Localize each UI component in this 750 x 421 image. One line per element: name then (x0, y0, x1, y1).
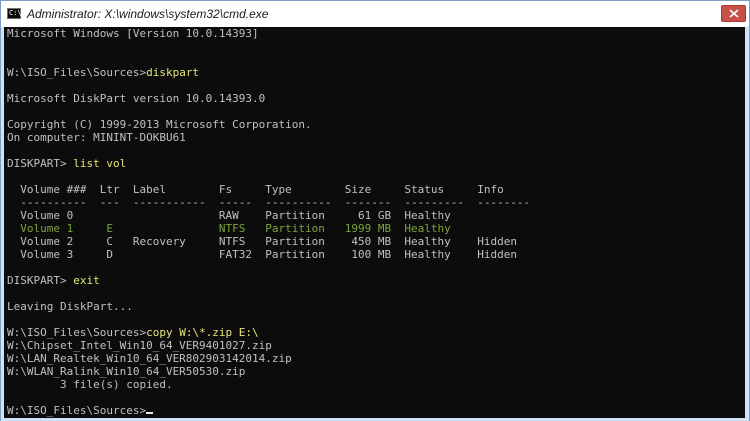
output-text: Leaving DiskPart... (7, 300, 133, 313)
output-text: Volume 3 D FAT32 Partition 100 MB Health… (7, 248, 517, 261)
cmd-icon: C:\ (7, 8, 22, 19)
output-text: Volume 0 RAW Partition 61 GB Healthy (7, 209, 451, 222)
command-line: DISKPART> list vol (7, 157, 530, 170)
text-cursor (146, 412, 154, 414)
close-icon (729, 9, 739, 18)
output-text: Microsoft Windows [Version 10.0.14393] (7, 27, 259, 40)
command-line: W:\ISO_Files\Sources>diskpart (7, 66, 530, 79)
output-line: Volume 0 RAW Partition 61 GB Healthy (7, 209, 530, 222)
command-text: exit (73, 274, 100, 287)
output-text: W:\Chipset_Intel_Win10_64_VER9401027.zip (7, 339, 272, 352)
title-bar[interactable]: C:\ Administrator: X:\windows\system32\c… (1, 1, 749, 27)
output-text: Volume 2 C Recovery NTFS Partition 450 M… (7, 235, 517, 248)
output-text: On computer: MININT-DOKBU61 (7, 131, 186, 144)
prompt-text: DISKPART> (7, 274, 74, 287)
prompt-text: DISKPART> (7, 157, 74, 170)
output-line: W:\WLAN_Ralink_Win10_64_VER50530.zip (7, 365, 530, 378)
output-line: 3 file(s) copied. (7, 378, 530, 391)
output-line: On computer: MININT-DOKBU61 (7, 131, 530, 144)
prompt-text: W:\ISO_Files\Sources> (7, 404, 147, 417)
command-line: DISKPART> exit (7, 274, 530, 287)
highlighted-output-line: Volume 1 E NTFS Partition 1999 MB Health… (7, 222, 530, 235)
output-line: Copyright (C) 1999-2013 Microsoft Corpor… (7, 118, 530, 131)
output-line: W:\LAN_Realtek_Win10_64_VER802903142014.… (7, 352, 530, 365)
console-lines: Microsoft Windows [Version 10.0.14393] W:… (7, 27, 530, 417)
cmd-window: C:\ Administrator: X:\windows\system32\c… (0, 0, 750, 421)
prompt-text: W:\ISO_Files\Sources> (7, 326, 147, 339)
output-text: Microsoft DiskPart version 10.0.14393.0 (7, 92, 266, 105)
output-text: ---------- --- ----------- ----- -------… (7, 196, 531, 209)
close-button[interactable] (721, 5, 746, 22)
output-text: W:\WLAN_Ralink_Win10_64_VER50530.zip (7, 365, 246, 378)
command-text: copy W:\*.zip E:\ (146, 326, 259, 339)
output-text: Copyright (C) 1999-2013 Microsoft Corpor… (7, 118, 312, 131)
output-line: Volume 3 D FAT32 Partition 100 MB Health… (7, 248, 530, 261)
console-output[interactable]: Microsoft Windows [Version 10.0.14393] W:… (4, 27, 745, 418)
right-frame (745, 27, 749, 418)
output-line: Leaving DiskPart... (7, 300, 530, 313)
output-line: W:\Chipset_Intel_Win10_64_VER9401027.zip (7, 339, 530, 352)
output-line: Microsoft Windows [Version 10.0.14393] (7, 27, 530, 40)
cmd-icon-glyph: C:\ (9, 9, 22, 17)
output-line: ---------- --- ----------- ----- -------… (7, 196, 530, 209)
prompt-text: W:\ISO_Files\Sources> (7, 66, 147, 79)
output-text: Volume 1 E NTFS Partition 1999 MB Health… (7, 222, 451, 235)
command-line: W:\ISO_Files\Sources> (7, 404, 530, 417)
output-line: Volume ### Ltr Label Fs Type Size Status… (7, 183, 530, 196)
output-text: W:\LAN_Realtek_Win10_64_VER802903142014.… (7, 352, 292, 365)
output-text: Volume ### Ltr Label Fs Type Size Status… (7, 183, 504, 196)
command-text: diskpart (146, 66, 200, 79)
command-text: list vol (73, 157, 127, 170)
window-title: Administrator: X:\windows\system32\cmd.e… (27, 7, 269, 21)
command-line: W:\ISO_Files\Sources>copy W:\*.zip E:\ (7, 326, 530, 339)
output-line: Volume 2 C Recovery NTFS Partition 450 M… (7, 235, 530, 248)
output-line: Microsoft DiskPart version 10.0.14393.0 (7, 92, 530, 105)
output-text: 3 file(s) copied. (7, 378, 173, 391)
